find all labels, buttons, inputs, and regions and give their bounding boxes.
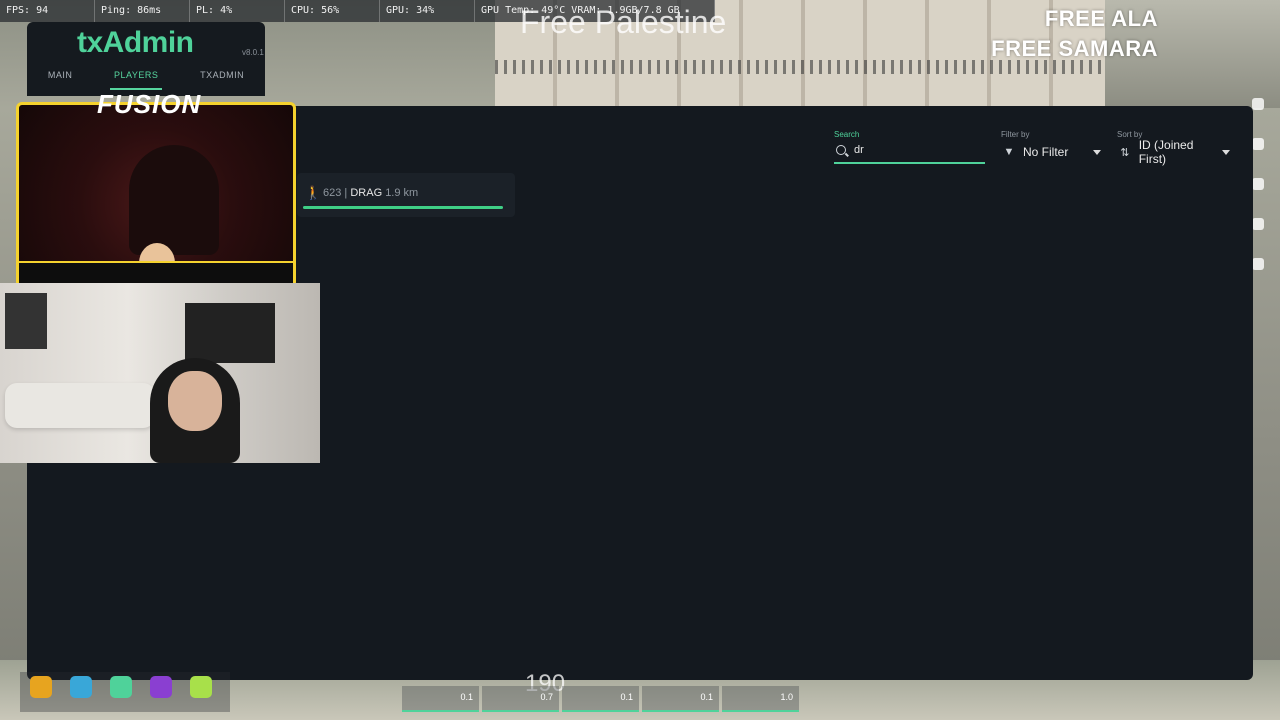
stream-text-line1: FREE ALA xyxy=(1044,6,1158,31)
hud-cell-value: 0.1 xyxy=(460,692,473,702)
webcam-overlay-2 xyxy=(0,283,320,463)
hud-cell: 0.1 xyxy=(562,686,639,712)
webcam-label: FUSION xyxy=(97,89,202,119)
tab-txadmin[interactable]: TXADMIN xyxy=(196,68,248,90)
packet-loss-stat: PL: 4% xyxy=(190,0,285,22)
wall-poster xyxy=(5,293,47,349)
stress-icon xyxy=(150,676,172,698)
stream-headline: Free Palestine xyxy=(520,4,727,40)
hud-cell-value: 1.0 xyxy=(780,692,793,702)
txadmin-version: v8.0.1 xyxy=(242,48,264,57)
hud-cell: 1.0 xyxy=(722,686,799,712)
gpu-stat: GPU: 34% xyxy=(380,0,475,22)
player-separator: | xyxy=(344,187,348,199)
mail-icon xyxy=(1252,178,1264,190)
chevron-down-icon xyxy=(1222,149,1230,155)
txadmin-header: txAdmin v8.0.1 MAIN PLAYERS TXADMIN xyxy=(27,22,265,96)
stream-text-line2: FREE SAMARA xyxy=(991,36,1158,61)
hud-cell-value: 0.1 xyxy=(620,692,633,702)
webcam-frame-strip xyxy=(19,261,293,285)
vehicle-hud: 0.1 0.7 0.1 0.1 1.0 xyxy=(402,686,880,712)
txadmin-nav: MAIN PLAYERS TXADMIN xyxy=(27,68,265,90)
tab-main[interactable]: MAIN xyxy=(44,68,77,90)
player-distance: 1.9 km xyxy=(385,187,419,199)
face xyxy=(168,371,222,431)
cpu-stat: CPU: 56% xyxy=(285,0,380,22)
tab-players[interactable]: PLAYERS xyxy=(110,68,163,90)
walking-icon: 🚶 xyxy=(305,185,322,200)
fps-stat: FPS: 94 xyxy=(0,0,95,22)
player-name: DRAG xyxy=(350,187,383,199)
sofa xyxy=(5,383,155,428)
filter-icon: ▼ xyxy=(1003,146,1015,158)
thirst-icon xyxy=(70,676,92,698)
shield-icon xyxy=(1252,258,1264,270)
chevron-down-icon xyxy=(1093,149,1101,155)
streamer-silhouette xyxy=(129,145,219,255)
player-health-fill xyxy=(303,206,503,209)
phone-icon xyxy=(1252,138,1264,150)
voice-icon xyxy=(110,676,132,698)
player-row[interactable]: 🚶 623 | DRAG 1.9 km xyxy=(297,173,515,217)
sort-value: ID (Joined First) xyxy=(1138,138,1194,166)
hunger-icon xyxy=(30,676,52,698)
hud-cell: 0.1 xyxy=(642,686,719,712)
ping-stat: Ping: 86ms xyxy=(95,0,190,22)
filter-value: No Filter xyxy=(1023,145,1069,159)
hud-cell-value: 0.7 xyxy=(540,692,553,702)
sort-select[interactable]: ⇅ ID (Joined First) xyxy=(1119,138,1230,166)
filter-label: Filter by xyxy=(1001,130,1030,139)
webcam-overlay-1: FUSION xyxy=(16,89,296,288)
tv xyxy=(185,303,275,363)
sort-icon: ⇅ xyxy=(1120,146,1130,159)
txadmin-logo: txAdmin xyxy=(77,26,194,59)
hud-cell: 0.1 xyxy=(402,686,479,712)
hud-cell: 0.7 xyxy=(482,686,559,712)
search-input[interactable] xyxy=(854,144,974,156)
tools-icon xyxy=(1252,218,1264,230)
search-field[interactable] xyxy=(834,142,985,164)
filter-select[interactable]: ▼ No Filter xyxy=(1003,142,1101,162)
player-id: 623 xyxy=(323,187,342,199)
hud-cell-value: 0.1 xyxy=(700,692,713,702)
player-health-bar xyxy=(303,206,503,209)
status-hud xyxy=(20,672,230,712)
search-label: Search xyxy=(834,130,860,139)
search-icon xyxy=(836,145,846,155)
info-icon xyxy=(1252,98,1264,110)
armor-icon xyxy=(190,676,212,698)
